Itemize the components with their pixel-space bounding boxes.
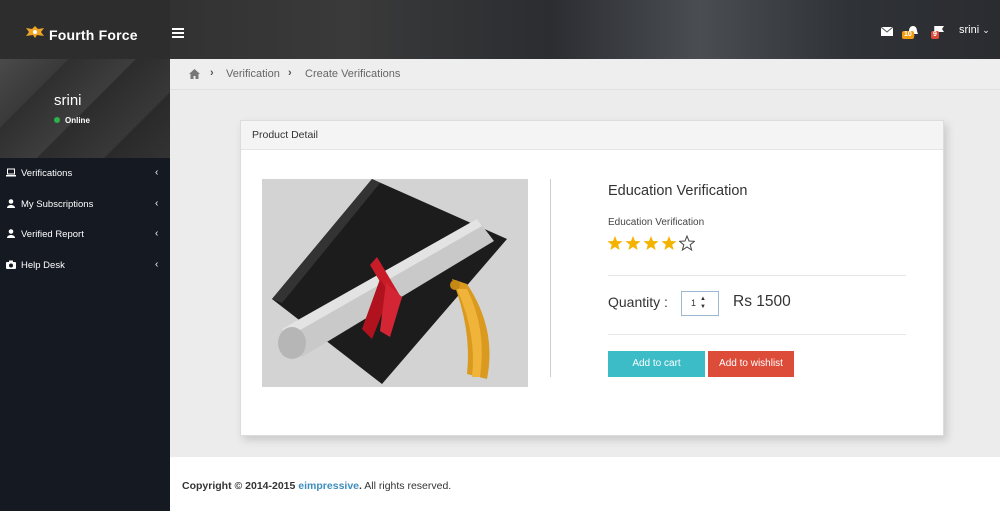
sidebar-toggle-button[interactable] (172, 28, 184, 38)
divider (608, 334, 906, 335)
user-icon (7, 229, 15, 238)
tasks-badge: 9 (931, 31, 939, 39)
add-to-wishlist-button[interactable]: Add to wishlist (708, 351, 794, 377)
chevron-left-icon: ‹ (155, 258, 159, 270)
product-subtitle: Education Verification (608, 217, 705, 228)
brand-name: Fourth Force (49, 27, 138, 43)
star-empty-icon[interactable] (679, 235, 695, 251)
user-name: srini (959, 24, 980, 36)
sidebar: srini Online Verifications ‹ My Subscrip… (0, 59, 170, 511)
copyright-suffix: All rights reserved. (364, 480, 452, 492)
copyright-dot: . (359, 480, 362, 492)
laptop-icon (6, 168, 16, 177)
panel-title: Product Detail (241, 121, 943, 150)
product-detail-panel: Product Detail Education Verification Ed… (240, 120, 944, 436)
sidebar-item-label: Help Desk (21, 259, 65, 271)
footer-link-eimpressive[interactable]: eimpressive (298, 480, 359, 492)
brand[interactable]: Fourth Force (0, 0, 170, 59)
online-status-icon (54, 117, 60, 123)
user-icon (7, 198, 15, 208)
chevron-down-icon: ⌄ (982, 25, 990, 35)
sidebar-item-label: Verifications (21, 168, 73, 179)
notifications-badge: 10 (902, 31, 914, 39)
chevron-left-icon: ‹ (155, 167, 159, 178)
graduation-cap-diploma-image (262, 179, 528, 387)
breadcrumb: › Verification › Create Verifications (170, 59, 1000, 90)
chevron-right-icon: › (210, 67, 214, 79)
chevron-right-icon: › (288, 67, 292, 79)
home-icon[interactable] (189, 69, 200, 79)
envelope-icon[interactable] (880, 25, 894, 37)
product-title: Education Verification (608, 183, 748, 199)
profile-status: Online (65, 116, 90, 125)
user-panel: srini Online (0, 59, 170, 158)
sidebar-item-help-desk[interactable]: Help Desk ‹ (0, 250, 170, 281)
rating-stars (607, 235, 697, 251)
star-filled-icon[interactable] (643, 235, 659, 251)
star-filled-icon[interactable] (607, 235, 623, 251)
quantity-value: 1 (691, 298, 697, 308)
quantity-label: Quantity : (608, 294, 668, 310)
quantity-stepper[interactable]: 1 ▲ ▼ (681, 291, 719, 316)
sidebar-item-label: My Subscriptions (21, 198, 94, 210)
vertical-divider (550, 179, 551, 377)
add-to-cart-button[interactable]: Add to cart (608, 351, 705, 377)
sidebar-item-verified-report[interactable]: Verified Report ‹ (0, 219, 170, 250)
sidebar-item-verifications[interactable]: Verifications ‹ (0, 158, 170, 189)
footer: Copyright © 2014-2015 eimpressive. All r… (170, 457, 1000, 511)
breadcrumb-item-create-verifications: Create Verifications (305, 68, 401, 80)
star-filled-icon[interactable] (625, 235, 641, 251)
copyright-text: Copyright © 2014-2015 eimpressive. All r… (182, 480, 451, 492)
product-price: Rs 1500 (733, 293, 791, 310)
user-menu[interactable]: srini ⌄ (959, 24, 990, 36)
breadcrumb-item-verification[interactable]: Verification (226, 68, 280, 80)
star-filled-icon[interactable] (661, 235, 677, 251)
brand-logo-icon (26, 26, 44, 38)
divider (608, 275, 906, 276)
camera-icon (6, 260, 16, 269)
chevron-left-icon: ‹ (155, 197, 159, 209)
copyright-prefix: Copyright © 2014-2015 (182, 480, 296, 492)
spinner-arrows-icon[interactable]: ▲ ▼ (700, 295, 706, 311)
product-image (262, 179, 528, 387)
top-navbar: Fourth Force 10 9 srini ⌄ (0, 0, 1000, 59)
chevron-left-icon: ‹ (155, 228, 159, 239)
sidebar-item-label: Verified Report (21, 229, 84, 240)
sidebar-item-my-subscriptions[interactable]: My Subscriptions ‹ (0, 189, 170, 220)
profile-name: srini (54, 92, 82, 109)
